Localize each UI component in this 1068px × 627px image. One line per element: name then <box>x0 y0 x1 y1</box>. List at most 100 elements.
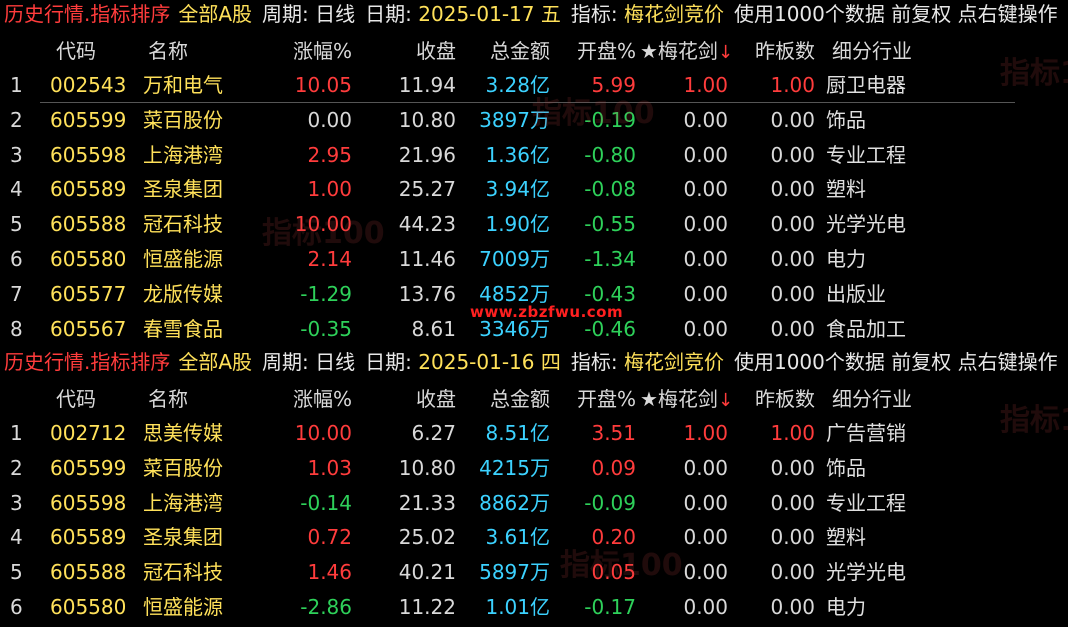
industry-cell[interactable]: 厨卫电器 <box>826 68 1006 102</box>
col-header-open[interactable]: 开盘% <box>556 36 636 66</box>
open-pct-cell: 5.99 <box>591 73 636 97</box>
col-header-industry[interactable]: 细分行业 <box>832 36 1012 66</box>
table-header: 代码 名称 涨幅% 收盘 总金额 开盘% ★梅花剑↓ 昨板数 细分行业 <box>0 384 1068 414</box>
stock-code-cell[interactable]: 605567 <box>50 312 135 346</box>
stock-code-cell[interactable]: 605580 <box>50 590 135 624</box>
stock-code-cell[interactable]: 605577 <box>50 277 135 311</box>
industry-cell[interactable]: 出版业 <box>826 277 1006 311</box>
col-header-zb[interactable]: 昨板数 <box>735 384 815 414</box>
industry-cell[interactable]: 专业工程 <box>826 138 1006 172</box>
date-label: 日期: <box>365 2 412 26</box>
stock-code-cell[interactable]: 605599 <box>50 451 135 485</box>
stock-name-cell[interactable]: 圣泉集团 <box>143 172 243 206</box>
industry-cell[interactable]: 光学光电 <box>826 207 1006 241</box>
stock-code-cell[interactable]: 605598 <box>50 138 135 172</box>
col-header-industry[interactable]: 细分行业 <box>832 384 1012 414</box>
stock-name-cell[interactable]: 上海港湾 <box>143 486 243 520</box>
industry-cell[interactable]: 塑料 <box>826 172 1006 206</box>
col-header-name[interactable]: 名称 <box>148 384 248 414</box>
industry-cell[interactable]: 广告营销 <box>826 416 1006 450</box>
mhj-value-cell: 0.00 <box>683 595 728 619</box>
table-row[interactable]: 1 002543 万和电气 10.05 11.94 3.28亿 5.99 1.00 1.00 厨卫… <box>0 68 1068 102</box>
table-row[interactable]: 5 605588 冠石科技 1.46 40.21 5897万 0.05 0.00 0.00 光学光… <box>0 555 1068 589</box>
stock-code-cell[interactable]: 605598 <box>50 486 135 520</box>
close-price-cell: 11.46 <box>398 247 456 271</box>
stock-code-cell[interactable]: 605589 <box>50 172 135 206</box>
industry-cell[interactable]: 塑料 <box>826 520 1006 554</box>
col-header-mhj[interactable]: ★梅花剑↓ <box>640 36 733 66</box>
date-value[interactable]: 2025-01-16 四 <box>418 350 561 374</box>
stock-code-cell[interactable]: 605599 <box>50 103 135 137</box>
col-header-change[interactable]: 涨幅% <box>248 384 352 414</box>
market-selector[interactable]: 全部A股 <box>178 350 252 374</box>
col-header-zb[interactable]: 昨板数 <box>735 36 815 66</box>
table-row[interactable]: 2 605599 菜百股份 0.00 10.80 3897万 -0.19 0.00 0.00 饰品 <box>0 103 1068 137</box>
stock-code-cell[interactable]: 605588 <box>50 207 135 241</box>
col-header-name[interactable]: 名称 <box>148 36 248 66</box>
industry-cell[interactable]: 食品加工 <box>826 312 1006 346</box>
stock-name-cell[interactable]: 冠石科技 <box>143 207 243 241</box>
stock-name-cell[interactable]: 圣泉集团 <box>143 520 243 554</box>
col-header-mhj[interactable]: ★梅花剑↓ <box>640 384 733 414</box>
industry-cell[interactable]: 光学光电 <box>826 555 1006 589</box>
section-title[interactable]: 历史行情.指标排序 <box>4 2 170 26</box>
stock-name-cell[interactable]: 春雪食品 <box>143 312 243 346</box>
table-row[interactable]: 3 605598 上海港湾 2.95 21.96 1.36亿 -0.80 0.00 0.00 专业… <box>0 138 1068 172</box>
table-row[interactable]: 4 605589 圣泉集团 0.72 25.02 3.61亿 0.20 0.00 0.00 塑料 <box>0 520 1068 554</box>
prev-limit-count-cell: 0.00 <box>770 560 815 585</box>
col-header-code[interactable]: 代码 <box>56 384 141 414</box>
period-label: 周期: <box>262 2 309 26</box>
stock-name-cell[interactable]: 万和电气 <box>143 68 243 102</box>
close-price-cell: 10.80 <box>398 107 456 132</box>
stock-name-cell[interactable]: 菜百股份 <box>143 103 243 137</box>
panel-note: 使用1000个数据 前复权 点右键操作 <box>733 350 1058 374</box>
market-selector[interactable]: 全部A股 <box>178 2 252 26</box>
industry-cell[interactable]: 饰品 <box>826 103 1006 137</box>
industry-cell[interactable]: 电力 <box>826 590 1006 624</box>
industry-cell[interactable]: 电力 <box>826 242 1006 276</box>
row-index-cell: 3 <box>10 142 23 167</box>
section-title[interactable]: 历史行情.指标排序 <box>4 350 170 374</box>
stock-code-cell[interactable]: 002543 <box>50 68 135 102</box>
table-row[interactable]: 5 605588 冠石科技 10.00 44.23 1.90亿 -0.55 0.00 0.00 光… <box>0 207 1068 241</box>
stock-name-cell[interactable]: 冠石科技 <box>143 555 243 589</box>
table-row[interactable]: 6 605580 恒盛能源 2.14 11.46 7009万 -1.34 0.00 0.00 电力 <box>0 242 1068 276</box>
indicator-value[interactable]: 梅花剑竞价 <box>624 350 724 374</box>
stock-code-cell[interactable]: 605589 <box>50 520 135 554</box>
panel-title-bar[interactable]: 历史行情.指标排序 全部A股 周期: 日线 日期: 2025-01-17 五指标: 梅… <box>0 2 1068 32</box>
industry-cell[interactable]: 饰品 <box>826 451 1006 485</box>
stock-name-cell[interactable]: 龙版传媒 <box>143 277 243 311</box>
industry-cell[interactable]: 专业工程 <box>826 486 1006 520</box>
table-row[interactable]: 3 605598 上海港湾 -0.14 21.33 8862万 -0.09 0.00 0.00 专… <box>0 486 1068 520</box>
prev-limit-count-cell: 0.00 <box>770 142 815 167</box>
table-row[interactable]: 4 605589 圣泉集团 1.00 25.27 3.94亿 -0.08 0.00 0.00 塑料 <box>0 172 1068 206</box>
stock-name-cell[interactable]: 上海港湾 <box>143 138 243 172</box>
prev-limit-count-cell: 0.00 <box>770 212 815 237</box>
indicator-value[interactable]: 梅花剑竞价 <box>624 2 724 26</box>
watermark-site: www.zbzfwu.com <box>470 303 624 321</box>
period-value[interactable]: 日线 <box>315 2 355 26</box>
col-header-open[interactable]: 开盘% <box>556 384 636 414</box>
stock-name-cell[interactable]: 菜百股份 <box>143 451 243 485</box>
col-header-amount[interactable]: 总金额 <box>462 384 550 414</box>
table-row[interactable]: 6 605580 恒盛能源 -2.86 11.22 1.01亿 -0.17 0.00 0.00 电… <box>0 590 1068 624</box>
stock-code-cell[interactable]: 002712 <box>50 416 135 450</box>
change-pct-cell: 10.00 <box>294 212 352 237</box>
change-pct-cell: 2.95 <box>307 142 352 167</box>
col-header-close[interactable]: 收盘 <box>360 384 456 414</box>
stock-code-cell[interactable]: 605580 <box>50 242 135 276</box>
table-row[interactable]: 2 605599 菜百股份 1.03 10.80 4215万 0.09 0.00 0.00 饰品 <box>0 451 1068 485</box>
period-value[interactable]: 日线 <box>315 350 355 374</box>
col-header-close[interactable]: 收盘 <box>360 36 456 66</box>
close-price-cell: 11.94 <box>398 73 456 97</box>
stock-name-cell[interactable]: 恒盛能源 <box>143 242 243 276</box>
col-header-code[interactable]: 代码 <box>56 36 141 66</box>
table-row[interactable]: 1 002712 思美传媒 10.00 6.27 8.51亿 3.51 1.00 1.00 广告营… <box>0 416 1068 450</box>
stock-name-cell[interactable]: 恒盛能源 <box>143 590 243 624</box>
stock-code-cell[interactable]: 605588 <box>50 555 135 589</box>
col-header-change[interactable]: 涨幅% <box>248 36 352 66</box>
col-header-amount[interactable]: 总金额 <box>462 36 550 66</box>
date-value[interactable]: 2025-01-17 五 <box>418 2 561 26</box>
stock-name-cell[interactable]: 思美传媒 <box>143 416 243 450</box>
panel-title-bar[interactable]: 历史行情.指标排序 全部A股 周期: 日线 日期: 2025-01-16 四指标: 梅… <box>0 350 1068 380</box>
